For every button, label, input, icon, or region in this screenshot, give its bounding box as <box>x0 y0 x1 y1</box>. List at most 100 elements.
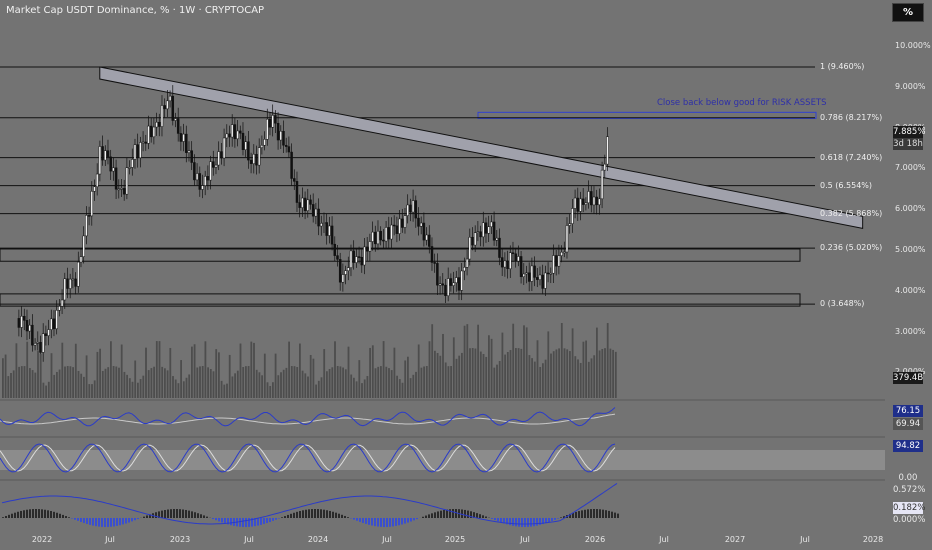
macd-histogram-bar <box>365 518 367 524</box>
volume-bar <box>7 376 10 398</box>
volume-bar <box>479 351 482 398</box>
macd-histogram-bar <box>230 518 232 526</box>
candle-body <box>239 130 242 134</box>
volume-bar <box>209 369 212 398</box>
macd-histogram-bar <box>422 516 424 518</box>
volume-bar <box>77 370 80 398</box>
volume-bar <box>10 373 12 398</box>
macd-histogram-bar <box>335 512 337 518</box>
volume-bar <box>493 367 496 398</box>
candle-body <box>58 306 61 311</box>
volume-bar <box>506 352 509 398</box>
candle-body <box>50 318 53 330</box>
price-axis-label: 5.000% <box>895 245 926 254</box>
volume-bar <box>358 360 361 398</box>
candle-body <box>603 163 607 171</box>
candle-body <box>557 255 561 267</box>
candle-body <box>131 159 134 168</box>
macd-tag-high: 0.572% <box>893 485 926 495</box>
candle-body <box>314 208 318 217</box>
volume-bar <box>272 382 274 398</box>
macd-histogram-bar <box>548 518 550 523</box>
candle-body <box>166 100 169 110</box>
volume-bar <box>614 351 617 398</box>
macd-histogram-bar <box>416 518 418 520</box>
volume-bar <box>609 348 612 398</box>
candle-body <box>522 273 526 277</box>
candle-body <box>252 153 256 164</box>
candle-body <box>360 257 364 266</box>
volume-bar <box>353 377 355 398</box>
macd-histogram-bar <box>299 511 301 518</box>
time-axis-label: Jul <box>382 535 392 544</box>
volume-bar <box>393 347 396 398</box>
candle-body <box>403 215 407 228</box>
candle-body <box>514 253 517 262</box>
candle-body <box>390 224 393 240</box>
macd-histogram-bar <box>188 510 190 518</box>
macd-histogram-bar <box>500 518 502 523</box>
candle-body <box>468 236 472 260</box>
macd-histogram-bar <box>257 518 259 526</box>
candle-body <box>85 215 88 237</box>
macd-histogram-bar <box>218 518 220 522</box>
candle-body <box>565 225 569 253</box>
candle-body <box>401 218 404 228</box>
volume-bar <box>385 366 388 398</box>
candle-body <box>187 150 191 153</box>
volume-bar <box>45 385 47 398</box>
macd-histogram-bar <box>455 509 457 518</box>
macd-histogram-bar <box>344 515 346 518</box>
macd-histogram-bar <box>269 518 271 523</box>
macd-tag: 0.182% <box>893 502 926 514</box>
candle-body <box>185 133 188 153</box>
stoch-band <box>0 450 885 470</box>
candle-body <box>530 265 534 282</box>
volume-bar <box>477 324 479 398</box>
time-axis-label: Jul <box>800 535 810 544</box>
candle-body <box>141 141 145 144</box>
candle-body <box>584 202 588 205</box>
candle-body <box>190 150 193 163</box>
stoch-tag: 94.82 <box>893 440 923 452</box>
candle-body <box>563 251 566 254</box>
macd-histogram-bar <box>521 518 523 527</box>
volume-bar <box>56 371 58 398</box>
volume-bar <box>131 381 134 398</box>
volume-bar <box>277 375 280 398</box>
volume-bar <box>323 349 326 398</box>
macd-histogram-bar <box>11 513 13 518</box>
macd-histogram-bar <box>434 512 436 518</box>
volume-bar <box>185 377 188 398</box>
candle-body <box>409 204 412 213</box>
volume-bar <box>110 341 112 398</box>
volume-bar <box>188 374 191 398</box>
volume-bar <box>342 367 344 398</box>
candle-body <box>355 256 358 263</box>
volume-bar <box>539 366 542 398</box>
candle-body <box>112 167 115 172</box>
macd-histogram-bar <box>17 511 19 518</box>
volume-bar <box>196 367 199 398</box>
macd-histogram-bar <box>530 518 532 527</box>
volume-bar <box>220 380 223 398</box>
macd-histogram-bar <box>98 518 100 527</box>
candle-body <box>484 222 488 234</box>
volume-bar <box>434 350 436 398</box>
chart-canvas[interactable] <box>0 0 932 550</box>
candle-body <box>268 118 272 128</box>
candle-body <box>255 153 258 166</box>
volume-bar <box>452 337 455 398</box>
volume-bar <box>309 354 312 398</box>
candle-body <box>446 278 450 297</box>
candle-body <box>282 131 285 146</box>
candle-body <box>449 278 453 286</box>
macd-histogram-bar <box>29 509 31 518</box>
macd-histogram-bar <box>272 518 274 521</box>
volume-bar <box>388 368 390 398</box>
macd-histogram-bar <box>260 518 262 525</box>
macd-histogram-bar <box>308 509 310 518</box>
candle-body <box>606 136 609 165</box>
candle-body <box>376 230 380 245</box>
candle-body <box>198 173 202 190</box>
